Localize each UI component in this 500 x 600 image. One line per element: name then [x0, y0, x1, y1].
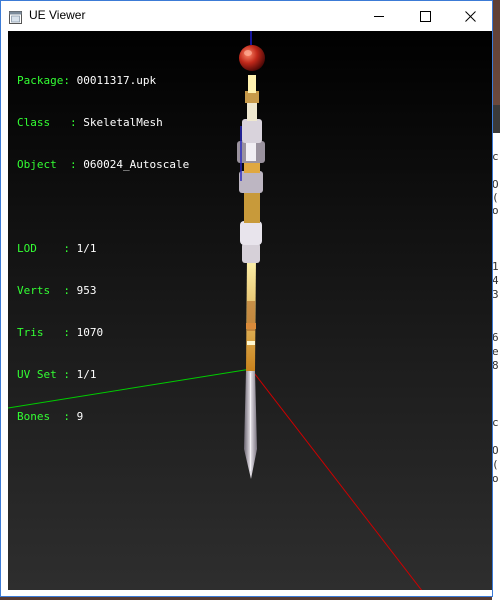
info-value-uv-set: 1/1 [76, 368, 97, 381]
info-label-package: Package [17, 74, 64, 87]
info-label-verts: Verts [17, 284, 51, 297]
close-icon [464, 7, 476, 26]
3d-viewport[interactable]: Package: 00011317.upk Class : SkeletalMe… [8, 31, 492, 590]
ue-viewer-window: UE Viewer Package: 00011317.upk Class: … [0, 0, 493, 597]
minimize-button[interactable] [356, 1, 402, 31]
background-window-header [492, 105, 500, 133]
background-window: c O ( o 1 4 3 6 e 8 c O ( o [492, 105, 500, 600]
minimize-icon [373, 7, 385, 26]
maximize-icon [419, 7, 431, 26]
info-value-object: 060024_Autoscale [83, 158, 190, 171]
info-label-tris: Tris [17, 326, 44, 339]
info-value-package: 00011317.upk [76, 74, 157, 87]
title-bar[interactable]: UE Viewer [1, 1, 492, 31]
info-label-object: Object [17, 158, 57, 171]
info-label-uv-set: UV Set [17, 368, 57, 381]
info-value-tris: 1070 [76, 326, 104, 339]
info-value-bones: 9 [76, 410, 84, 423]
info-value-lod: 1/1 [76, 242, 97, 255]
info-value-verts: 953 [76, 284, 97, 297]
window-icon [9, 9, 22, 24]
mesh-info-panel: Package: 00011317.upk Class : SkeletalMe… [17, 74, 190, 423]
weapon-model [237, 45, 265, 479]
window-title: UE Viewer [29, 8, 86, 22]
x-axis-line [250, 368, 423, 590]
info-value-class: SkeletalMesh [83, 116, 163, 129]
close-button[interactable] [447, 1, 493, 31]
info-label-lod: LOD [17, 242, 37, 255]
maximize-button[interactable] [402, 1, 448, 31]
info-label-class: Class [17, 116, 51, 129]
info-label-bones: Bones [17, 410, 51, 423]
